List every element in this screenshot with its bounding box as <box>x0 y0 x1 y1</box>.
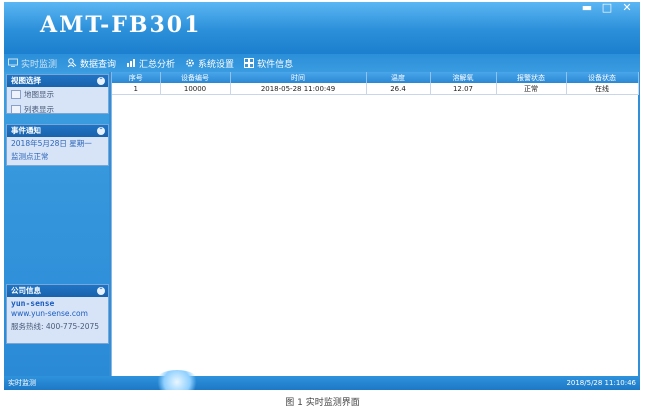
table-header-row: 序号 设备编号 时间 温度 溶解氧 报警状态 设备状态 <box>112 72 639 83</box>
app-title: AMT-FB301 <box>40 12 202 38</box>
event-status: 监测点正常 <box>11 152 49 161</box>
view-option-map[interactable]: 地图显示 <box>7 87 108 102</box>
list-icon <box>11 105 21 114</box>
panel-title-text: 公司信息 <box>11 286 41 295</box>
maximize-button[interactable]: □ <box>600 2 614 14</box>
menu-label: 数据查询 <box>80 59 117 70</box>
grid-icon <box>244 58 255 68</box>
menu-realtime-monitor[interactable]: 实时监测 <box>8 57 57 70</box>
event-date: 2018年5月28日 星期一 <box>11 139 92 148</box>
company-hotline: 服务热线: 400-775-2075 <box>11 322 100 331</box>
column-header[interactable]: 设备编号 <box>160 72 231 83</box>
data-table-area: 序号 设备编号 时间 温度 溶解氧 报警状态 设备状态 1 10000 2018… <box>111 72 639 376</box>
panel-title-text: 事件通知 <box>11 126 41 135</box>
cell-device-id: 10000 <box>160 83 231 95</box>
cell-device-status: 在线 <box>566 83 639 95</box>
monitor-table: 序号 设备编号 时间 温度 溶解氧 报警状态 设备状态 1 10000 2018… <box>112 72 639 95</box>
menu-label: 系统设置 <box>198 59 235 70</box>
collapse-icon[interactable]: ⌃ <box>97 127 105 135</box>
event-panel: 事件通知 ⌃ 2018年5月28日 星期一 监测点正常 <box>6 124 109 166</box>
menu-label: 实时监测 <box>21 59 58 70</box>
close-button[interactable]: ✕ <box>620 2 634 14</box>
table-row[interactable]: 1 10000 2018-05-28 11:00:49 26.4 12.07 正… <box>112 83 639 95</box>
monitor-icon <box>8 58 18 67</box>
panel-title-text: 视图选择 <box>11 76 41 85</box>
menu-software-info[interactable]: 软件信息 <box>244 57 293 70</box>
menu-label: 汇总分析 <box>139 59 176 70</box>
column-header[interactable]: 时间 <box>230 72 367 83</box>
menu-summary-analysis[interactable]: 汇总分析 <box>126 57 175 70</box>
company-panel: 公司信息 ⌃ yun-sense www.yun-sense.com 服务热线:… <box>6 284 109 344</box>
view-option-label: 地图显示 <box>24 90 54 99</box>
menu-system-settings[interactable]: 系统设置 <box>185 57 234 70</box>
menu-bar: 实时监测 数据查询 汇总分析 系统设置 软件信息 <box>4 54 640 72</box>
cell-temperature: 26.4 <box>366 83 431 95</box>
menu-label: 软件信息 <box>257 59 294 70</box>
gear-icon <box>186 59 194 67</box>
panel-title: 视图选择 ⌃ <box>7 75 108 87</box>
company-url[interactable]: www.yun-sense.com <box>7 308 108 319</box>
cell-time: 2018-05-28 11:00:49 <box>230 83 367 95</box>
panel-title: 事件通知 ⌃ <box>7 125 108 137</box>
status-bar: 实时监测 2018/5/28 11:10:46 <box>4 370 640 390</box>
view-option-label: 列表显示 <box>24 105 54 114</box>
column-header[interactable]: 序号 <box>112 72 161 83</box>
cell-index: 1 <box>112 83 161 95</box>
map-icon <box>11 90 21 99</box>
company-name: yun-sense <box>11 299 55 308</box>
title-bar: AMT-FB301 ▬ □ ✕ <box>4 2 640 54</box>
cell-alarm-status: 正常 <box>496 83 567 95</box>
view-option-list[interactable]: 列表显示 <box>7 102 108 117</box>
column-header[interactable]: 设备状态 <box>566 72 639 83</box>
status-current-view: 实时监测 <box>8 379 36 387</box>
column-header[interactable]: 报警状态 <box>496 72 567 83</box>
sidebar: 视图选择 ⌃ 地图显示 列表显示 事件通知 ⌃ 2018年5月28日 星期一 监… <box>4 72 109 376</box>
window-controls: ▬ □ ✕ <box>580 2 634 14</box>
collapse-icon[interactable]: ⌃ <box>97 287 105 295</box>
app-window: AMT-FB301 ▬ □ ✕ 实时监测 数据查询 汇总分析 系统设置 软件信息 <box>4 2 640 390</box>
search-people-icon <box>67 58 77 68</box>
minimize-button[interactable]: ▬ <box>580 2 594 14</box>
menu-data-query[interactable]: 数据查询 <box>67 57 116 70</box>
column-header[interactable]: 溶解氧 <box>430 72 497 83</box>
figure-caption: 图 1 实时监测界面 <box>285 398 360 408</box>
status-glow <box>154 370 200 390</box>
view-select-panel: 视图选择 ⌃ 地图显示 列表显示 <box>6 74 109 114</box>
status-clock: 2018/5/28 11:10:46 <box>566 379 636 387</box>
bar-chart-icon <box>127 59 136 67</box>
collapse-icon[interactable]: ⌃ <box>97 77 105 85</box>
column-header[interactable]: 温度 <box>366 72 431 83</box>
panel-title: 公司信息 ⌃ <box>7 285 108 297</box>
cell-dissolved-oxygen: 12.07 <box>430 83 497 95</box>
